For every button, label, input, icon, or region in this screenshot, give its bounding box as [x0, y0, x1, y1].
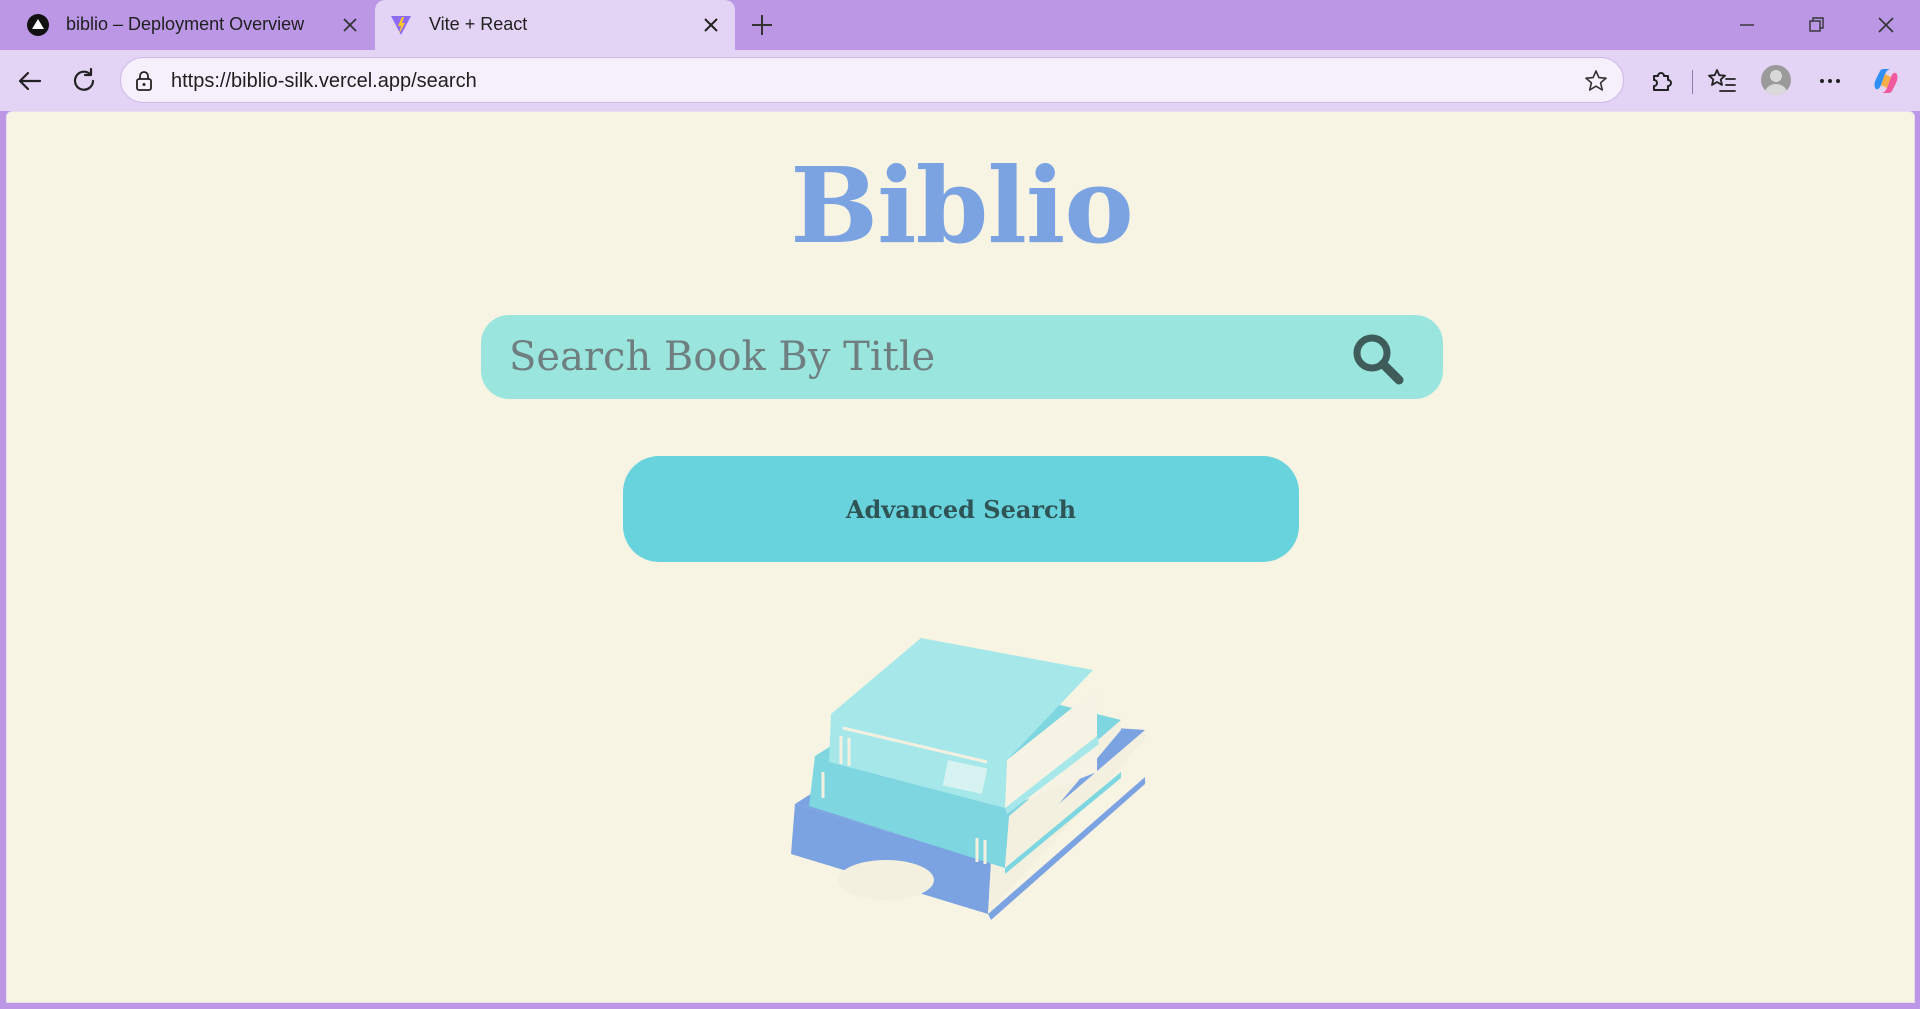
- extensions-icon[interactable]: [1645, 65, 1677, 97]
- new-tab-icon[interactable]: [748, 11, 776, 39]
- book-stack-illustration: [791, 638, 1145, 920]
- refresh-icon[interactable]: [68, 65, 100, 97]
- minimize-icon[interactable]: [1734, 12, 1760, 38]
- vite-logo-icon: [391, 16, 411, 35]
- search-input[interactable]: [509, 327, 1329, 387]
- close-icon[interactable]: [699, 13, 723, 37]
- tab-vite-react[interactable]: Vite + React: [375, 0, 735, 50]
- address-bar[interactable]: https://biblio-silk.vercel.app/search: [120, 57, 1624, 103]
- back-icon[interactable]: [14, 65, 46, 97]
- search-bar: [481, 315, 1443, 399]
- tab-strip: biblio – Deployment Overview Vite + Reac…: [0, 0, 1920, 50]
- tab-title: biblio – Deployment Overview: [66, 14, 305, 34]
- more-icon[interactable]: [1814, 65, 1846, 97]
- advanced-search-button[interactable]: Advanced Search: [623, 456, 1299, 562]
- close-icon[interactable]: [338, 13, 362, 37]
- search-icon[interactable]: [1347, 328, 1407, 388]
- restore-icon[interactable]: [1803, 12, 1829, 38]
- tab-deployment-overview[interactable]: biblio – Deployment Overview: [12, 0, 374, 50]
- favorites-icon[interactable]: [1706, 65, 1738, 97]
- vercel-logo-icon: [27, 14, 49, 36]
- profile-avatar[interactable]: [1761, 65, 1791, 95]
- page-viewport: Biblio Advanced Search: [6, 111, 1915, 1003]
- lock-icon[interactable]: [133, 70, 155, 92]
- favorite-star-icon[interactable]: [1583, 68, 1609, 94]
- copilot-icon[interactable]: [1870, 65, 1902, 97]
- site-logo: Biblio: [790, 144, 1134, 267]
- browser-toolbar: https://biblio-silk.vercel.app/search: [0, 50, 1920, 111]
- url-text: https://biblio-silk.vercel.app/search: [171, 70, 477, 92]
- close-window-icon[interactable]: [1873, 12, 1899, 38]
- toolbar-divider: [1692, 70, 1693, 94]
- tab-title: Vite + React: [429, 14, 528, 34]
